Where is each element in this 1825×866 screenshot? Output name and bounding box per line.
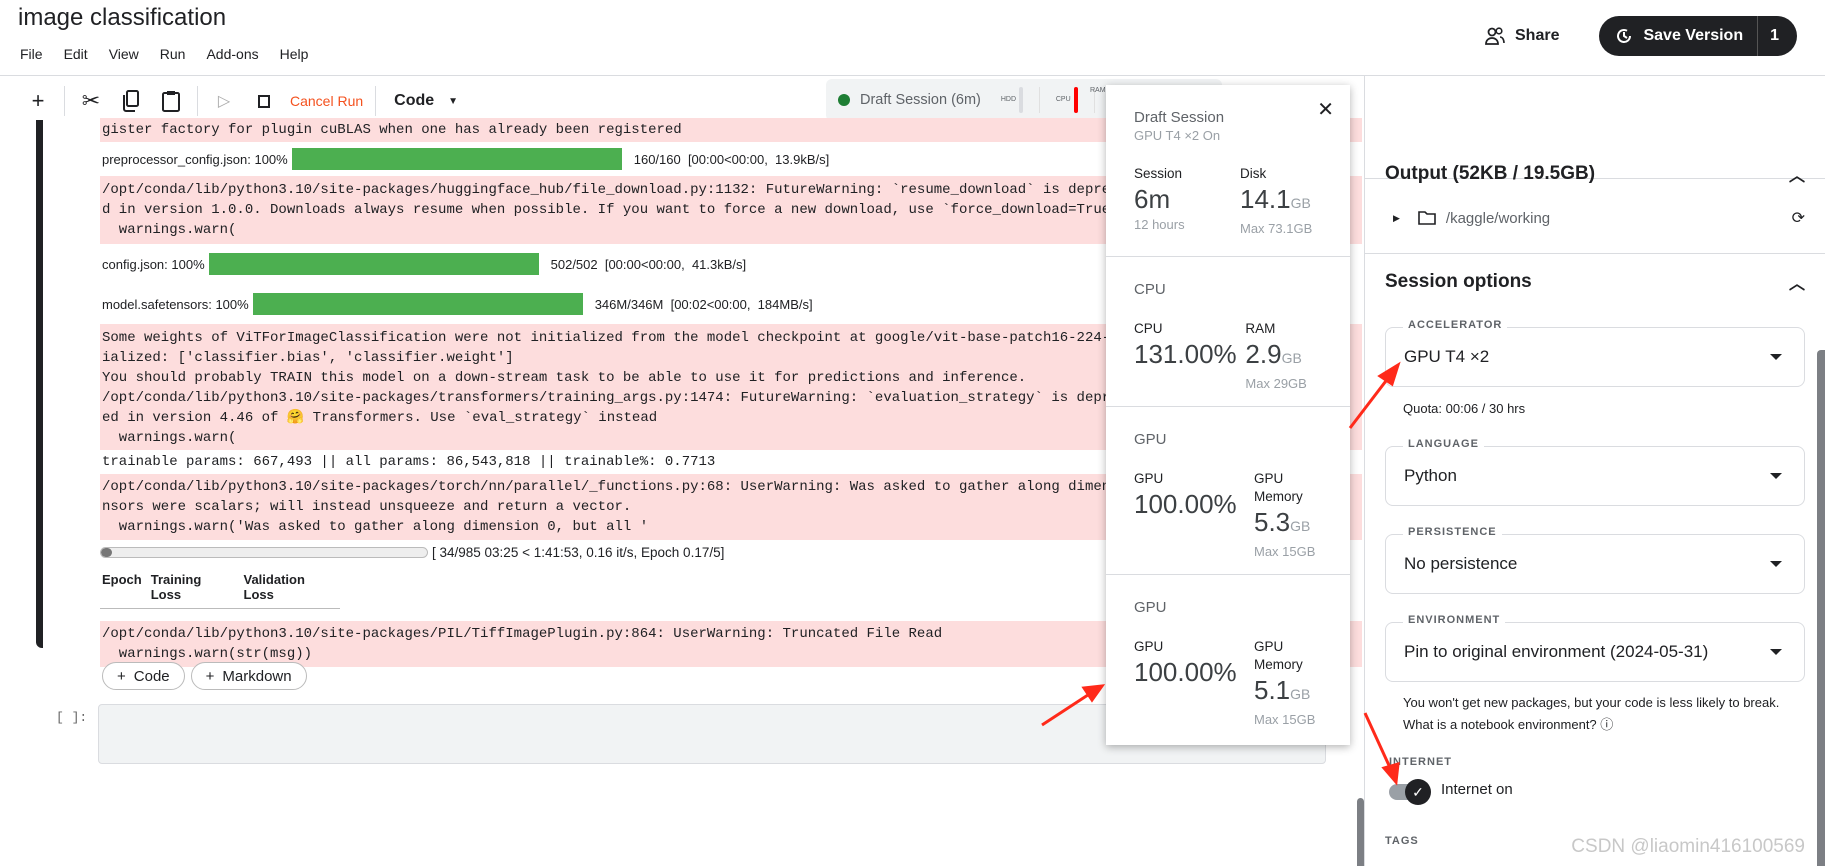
chevron-up-icon: ︿ (1788, 168, 1805, 185)
chevron-up-icon: ︿ (1788, 276, 1805, 293)
active-cell-indicator (36, 120, 43, 648)
gpu-usage: 100.00% (1134, 489, 1237, 519)
caret-down-icon (1770, 649, 1782, 655)
internet-toggle-label: Internet on (1441, 781, 1513, 798)
session-label: Draft Session (6m) (860, 92, 981, 108)
gpu-section-title: GPU (1134, 431, 1167, 448)
notebook-toolbar: + ✂ ▷ Cancel Run Code ▼ (18, 84, 470, 118)
caret-down-icon (1770, 473, 1782, 479)
cut-icon[interactable]: ✂ (71, 84, 111, 118)
menu-run[interactable]: Run (160, 46, 186, 62)
menu-view[interactable]: View (109, 46, 139, 62)
sidebar-scrollbar[interactable] (1817, 350, 1825, 866)
add-cell-icon[interactable]: + (18, 84, 58, 118)
metrics-table-header: Epoch Training Loss Validation Loss (100, 566, 340, 609)
copy-icon[interactable] (111, 84, 151, 118)
status-dot-icon (838, 94, 850, 106)
save-version-label: Save Version (1643, 27, 1744, 44)
divider (64, 86, 65, 116)
environment-help: You won't get new packages, but your cod… (1403, 695, 1780, 732)
persistence-select[interactable]: No persistence (1385, 534, 1805, 594)
folder-icon (1418, 211, 1436, 225)
menu-file[interactable]: File (20, 46, 43, 62)
info-icon[interactable]: ⓘ (1600, 717, 1613, 732)
paste-icon[interactable] (151, 84, 191, 118)
share-button[interactable]: Share (1485, 27, 1559, 45)
people-icon (1485, 27, 1505, 45)
language-select[interactable]: Python (1385, 446, 1805, 506)
internet-toggle[interactable]: ✓ (1389, 779, 1431, 805)
right-sidebar: Output (52KB / 19.5GB) ︿ ▶ /kaggle/workin… (1364, 76, 1825, 866)
session-time: 6m (1134, 184, 1171, 214)
stop-icon[interactable] (244, 84, 284, 118)
output-folder-row[interactable]: ▶ /kaggle/working ⟳ (1385, 208, 1805, 228)
caret-down-icon: ▼ (448, 95, 459, 107)
progress-bar (252, 293, 583, 315)
cpu-usage: 131.00% (1134, 339, 1237, 369)
gpu-section-title: GPU (1134, 599, 1167, 616)
menu-addons[interactable]: Add-ons (206, 46, 258, 62)
save-version-button[interactable]: Save Version 1 (1599, 16, 1797, 56)
cell-type-dropdown[interactable]: Code ▼ (382, 92, 470, 110)
plus-icon: + (205, 667, 215, 685)
cpu-label: CPU (1055, 96, 1071, 103)
cpu-section-title: CPU (1134, 281, 1166, 298)
main-scrollbar[interactable] (1357, 798, 1364, 866)
share-label: Share (1515, 27, 1560, 44)
check-icon: ✓ (1405, 779, 1431, 805)
popup-subtitle: GPU T4 ×2 On (1134, 128, 1221, 143)
output-section-header[interactable]: Output (52KB / 19.5GB) ︿ (1385, 162, 1805, 186)
plus-icon: + (117, 667, 126, 685)
training-progress-bar (100, 546, 428, 558)
version-history-icon (1617, 29, 1632, 43)
cell-type-value: Code (394, 92, 435, 109)
caret-down-icon (1770, 561, 1782, 567)
gpu-memory: 5.3GB (1254, 507, 1311, 537)
cpu-meter (1073, 87, 1078, 113)
language-label: LANGUAGE (1403, 438, 1484, 450)
gpu-usage: 100.00% (1134, 657, 1237, 687)
add-cell-buttons: + Code + Markdown (102, 662, 307, 690)
menu-bar: File Edit View Run Add-ons Help (20, 46, 308, 62)
environment-select[interactable]: Pin to original environment (2024-05-31) (1385, 622, 1805, 682)
save-version-count[interactable]: 1 (1758, 27, 1797, 45)
disk-usage: 14.1GB (1240, 184, 1311, 214)
session-options-header[interactable]: Session options ︿ (1385, 270, 1805, 294)
ram-label: RAM (1090, 87, 1106, 94)
tags-label: TAGS (1385, 835, 1419, 847)
hdd-label: HDD (1000, 96, 1017, 103)
run-icon[interactable]: ▷ (204, 84, 244, 118)
menu-edit[interactable]: Edit (64, 46, 88, 62)
expand-arrow-icon: ▶ (1393, 212, 1400, 223)
session-details-popup: ✕ Draft Session GPU T4 ×2 On Session 6m 12… (1106, 85, 1350, 745)
notebook-title[interactable]: image classification (18, 4, 226, 32)
divider (197, 86, 198, 116)
cell-prompt: [ ]: (56, 710, 88, 725)
quota-text: Quota: 00:06 / 30 hrs (1403, 401, 1526, 416)
gpu-memory: 5.1GB (1254, 675, 1311, 705)
caret-down-icon (1770, 354, 1782, 360)
accelerator-label: ACCELERATOR (1403, 319, 1508, 331)
header-actions: Share Save Version 1 (1485, 16, 1797, 56)
add-code-cell-button[interactable]: + Code (102, 662, 185, 690)
cancel-run-button[interactable]: Cancel Run (284, 93, 369, 109)
progress-bar (208, 253, 539, 275)
internet-label: INTERNET (1389, 756, 1452, 768)
accelerator-select[interactable]: GPU T4 ×2 (1385, 327, 1805, 387)
ram-usage: 2.9GB (1245, 339, 1302, 369)
refresh-icon[interactable]: ⟳ (1792, 208, 1805, 228)
watermark: CSDN @liaomin416100569 (1571, 836, 1805, 857)
persistence-label: PERSISTENCE (1403, 526, 1502, 538)
add-markdown-cell-button[interactable]: + Markdown (190, 662, 307, 690)
divider (375, 86, 377, 116)
environment-label: ENVIRONMENT (1403, 614, 1506, 626)
popup-title: Draft Session (1134, 109, 1225, 126)
menu-help[interactable]: Help (280, 46, 309, 62)
hdd-meter (1018, 87, 1023, 113)
progress-bar (291, 148, 622, 170)
